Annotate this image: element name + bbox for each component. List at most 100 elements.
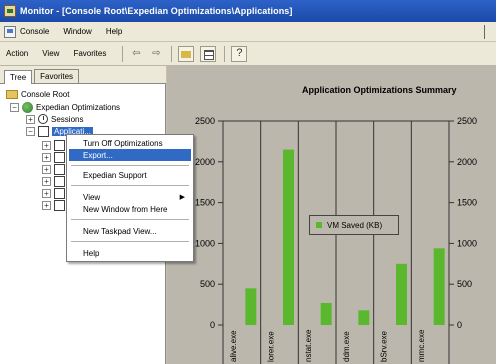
menu-item-help[interactable]: Help [69, 247, 191, 259]
legend-label: VM Saved (KB) [327, 220, 383, 230]
show-hide-tree-icon[interactable] [200, 45, 217, 62]
tree-child-node[interactable]: + [42, 140, 68, 151]
application-icon [54, 164, 65, 175]
expand-icon[interactable]: + [42, 201, 51, 210]
tree-child-node[interactable]: + [42, 176, 68, 187]
menu-help[interactable]: Help [106, 27, 122, 36]
globe-icon [22, 102, 33, 113]
application-icon [54, 152, 65, 163]
x-tick-label: lorer.exe [267, 331, 276, 362]
view-menu[interactable]: View [42, 49, 59, 58]
y-tick-label-left: 1000 [195, 238, 215, 248]
clock-icon [38, 114, 48, 124]
collapse-icon[interactable]: − [26, 127, 35, 136]
tab-tree[interactable]: Tree [4, 70, 33, 84]
title-bar: Monitor - [Console Root\Expedian Optimiz… [0, 0, 496, 22]
tree-node-sessions[interactable]: + Sessions [26, 114, 83, 124]
y-tick-label-right: 0 [457, 320, 462, 330]
bar-bSrv-exe [396, 263, 407, 325]
y-tick-label-left: 500 [200, 279, 215, 289]
tree-child-node[interactable]: + [42, 152, 68, 163]
favorites-menu[interactable]: Favorites [73, 49, 106, 58]
tree-label-expedian: Expedian Optimizations [36, 103, 121, 112]
menu-item-label: Export... [83, 150, 113, 160]
menu-item-new-taskpad-view[interactable]: New Taskpad View... [69, 225, 191, 237]
context-menu: Turn Off Optimizations Export... Expedia… [66, 134, 194, 262]
menu-item-label: New Window from Here [83, 204, 168, 214]
forward-arrow-icon[interactable]: ⇨ [149, 48, 163, 59]
expand-icon[interactable]: + [26, 114, 35, 124]
toolbar-separator [224, 45, 226, 62]
bar-ddm-exe [358, 310, 370, 325]
y-tick-label-left: 1500 [195, 198, 215, 208]
x-tick-label: alive.exe [229, 330, 238, 362]
expand-icon[interactable]: + [42, 141, 51, 150]
toolbar: Action View Favorites ⇦ ⇨ [0, 42, 496, 66]
tree-child-node[interactable]: + [42, 164, 68, 175]
menu-item-turn-off-optimizations[interactable]: Turn Off Optimizations [69, 137, 191, 149]
menu-item-label: Help [83, 248, 100, 258]
menu-item-export[interactable]: Export... [69, 149, 191, 161]
menu-help-label: Help [105, 27, 123, 36]
action-menu[interactable]: Action [6, 49, 28, 58]
menu-separator [71, 165, 189, 166]
console-icon [4, 25, 16, 38]
bar-alive-exe [245, 288, 257, 325]
legend-swatch [316, 222, 322, 228]
menu-console[interactable]: Console [4, 25, 50, 38]
menu-separator [71, 185, 189, 186]
menu-item-new-window[interactable]: New Window from Here [69, 203, 191, 215]
up-folder-icon[interactable] [178, 45, 195, 62]
back-arrow-icon[interactable]: ⇦ [129, 48, 143, 59]
monitor-app-icon [4, 5, 16, 17]
menu-bar: Console Window Help [0, 22, 496, 42]
menu-item-label: Turn Off Optimizations [83, 138, 163, 148]
menu-separator [71, 219, 189, 220]
bar-lorer-exe [283, 149, 294, 325]
y-tick-label-right: 2000 [457, 157, 477, 167]
menu-window-label: Window [63, 27, 92, 36]
submenu-arrow-icon: ▶ [179, 194, 185, 201]
menu-console-label: Console [20, 27, 50, 36]
y-tick-label-left: 2000 [195, 157, 215, 167]
menu-item-label: New Taskpad View... [83, 226, 157, 236]
expand-icon[interactable]: + [42, 189, 51, 198]
y-tick-label-left: 2500 [195, 116, 215, 126]
help-icon[interactable] [231, 45, 248, 62]
bar-mmc-exe [433, 248, 445, 325]
tree-child-node[interactable]: + [42, 200, 68, 211]
y-tick-label-right: 500 [457, 279, 472, 289]
x-tick-label: bSrv.exe [380, 330, 389, 362]
application-icon [54, 140, 65, 151]
menu-item-view[interactable]: View ▶ [69, 191, 191, 203]
tree-node-console-root[interactable]: Console Root [6, 90, 69, 99]
tree-tabs: Tree Favorites [0, 66, 166, 84]
applications-icon [38, 126, 49, 137]
toolbar-separator [122, 45, 124, 62]
application-icon [54, 200, 65, 211]
tree-child-node[interactable]: + [42, 188, 68, 199]
collapse-icon[interactable]: − [10, 103, 19, 112]
x-tick-label: mmc.exe [417, 329, 426, 362]
tree-node-expedian[interactable]: − Expedian Optimizations [10, 102, 120, 113]
expand-icon[interactable]: + [42, 153, 51, 162]
expand-icon[interactable]: + [42, 177, 51, 186]
menu-item-expedian-support[interactable]: Expedian Support [69, 169, 191, 181]
tree-label-sessions: Sessions [51, 114, 84, 124]
folder-icon [6, 90, 18, 99]
chart-legend: VM Saved (KB) [309, 215, 399, 235]
mdi-control-edge[interactable] [484, 25, 494, 39]
y-tick-label-right: 2500 [457, 116, 477, 126]
x-tick-label: ddm.exe [342, 331, 351, 362]
expand-icon[interactable]: + [42, 165, 51, 174]
tab-favorites[interactable]: Favorites [34, 69, 80, 83]
application-icon [54, 188, 65, 199]
x-tick-label: nstat.exe [304, 329, 313, 362]
y-tick-label-left: 0 [210, 320, 215, 330]
window-title: Monitor - [Console Root\Expedian Optimiz… [20, 6, 293, 16]
menu-separator [71, 241, 189, 242]
bar-nstat-exe [320, 302, 332, 325]
menu-window[interactable]: Window [63, 27, 91, 36]
menu-item-label: View [83, 192, 101, 202]
y-tick-label-right: 1000 [457, 238, 477, 248]
